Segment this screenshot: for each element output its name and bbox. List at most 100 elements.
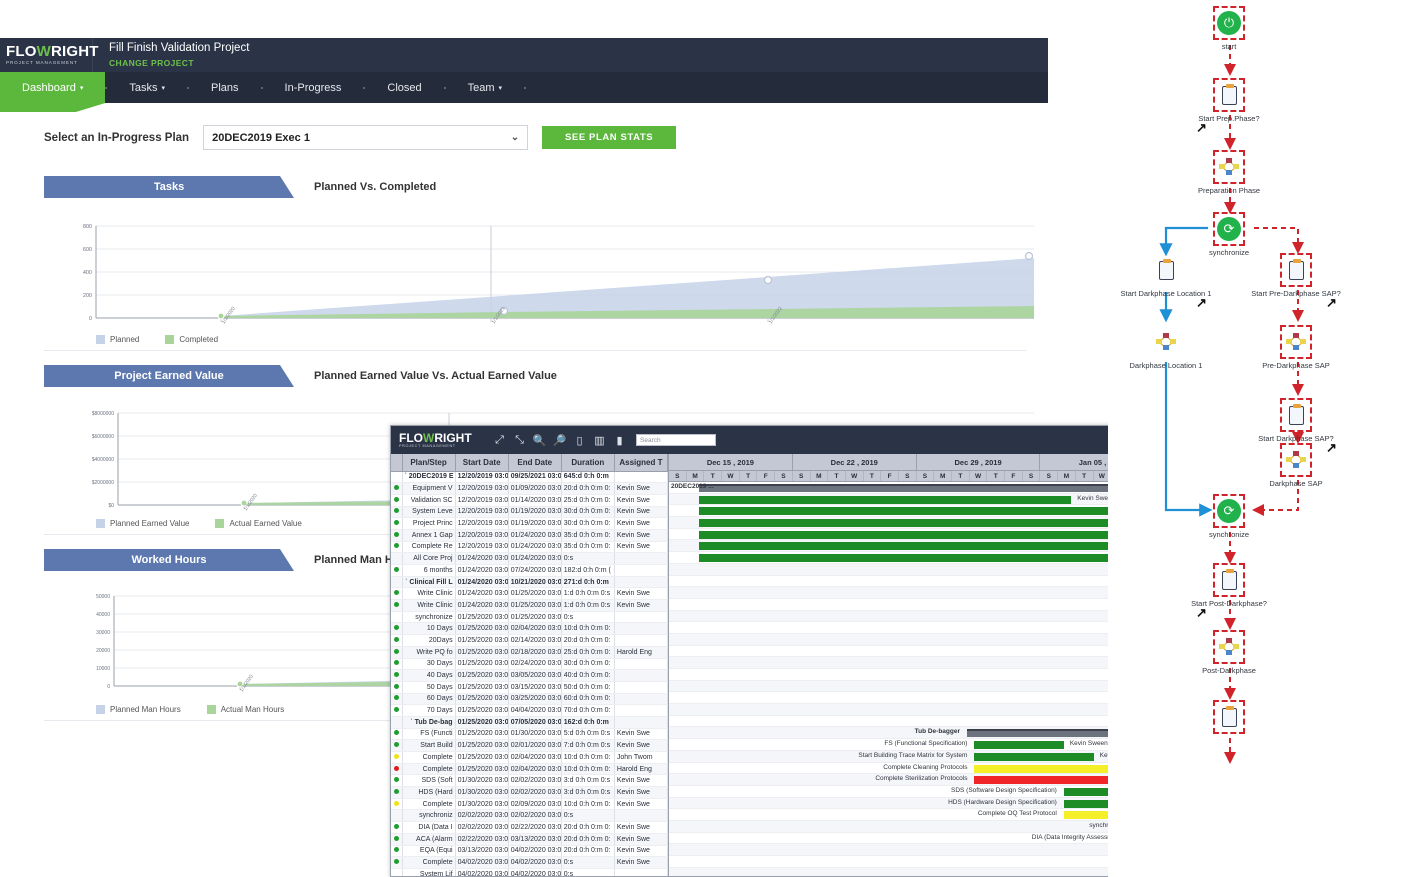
workflow-node-postdark[interactable]: Post-Darkphase bbox=[1213, 630, 1245, 664]
gantt-logo[interactable]: FLOWRIGHT PROJECT MANAGEMENT bbox=[399, 432, 479, 448]
workflow-node-startdarksap[interactable]: Start Darkphase SAP? bbox=[1280, 398, 1312, 432]
cell-start-date: 04/02/2020 03:01:55 bbox=[455, 857, 508, 869]
workflow-node-box bbox=[1213, 78, 1245, 112]
col-start-date[interactable]: Start Date bbox=[455, 454, 508, 471]
cell-plan-step: Complete bbox=[402, 763, 455, 775]
nav-item-tasks[interactable]: Tasks▾ bbox=[107, 72, 187, 103]
workflow-node-startdark1[interactable]: Start Darkphase Location 1 bbox=[1150, 253, 1182, 287]
table-row[interactable]: HDS (Hard01/30/2020 03:01:5502/02/2020 0… bbox=[391, 787, 668, 799]
table-row[interactable]: Complete04/02/2020 03:01:5504/02/2020 03… bbox=[391, 857, 668, 869]
collapse-icon[interactable]: ⤡ bbox=[513, 434, 526, 447]
table-row[interactable]: System Leve12/20/2019 03:01:5501/19/2020… bbox=[391, 506, 668, 518]
table-row[interactable]: 70 Days01/25/2020 03:01:5504/04/2020 03:… bbox=[391, 705, 668, 717]
table-row[interactable]: Write PQ fo01/25/2020 03:01:5502/18/2020… bbox=[391, 646, 668, 658]
external-link-icon[interactable]: ↗ bbox=[1326, 440, 1337, 456]
table-row[interactable]: Write Clinic01/24/2020 03:01:5501/25/202… bbox=[391, 588, 668, 600]
external-link-icon[interactable]: ↗ bbox=[1196, 120, 1207, 136]
table-row[interactable]: 20Days01/25/2020 03:01:5502/14/2020 03:0… bbox=[391, 635, 668, 647]
workflow-node-sync2[interactable]: ⟳synchronize bbox=[1213, 494, 1245, 528]
table-row[interactable]: Project Princ12/20/2019 03:01:5501/19/20… bbox=[391, 518, 668, 530]
cell-end-date: 01/24/2020 03:01:55 bbox=[508, 529, 561, 541]
table-row[interactable]: ACA (Alarm02/22/2020 03:01:5503/13/2020 … bbox=[391, 833, 668, 845]
cell-start-date: 12/20/2019 03:01:55 bbox=[455, 518, 508, 530]
table-row[interactable]: synchronize01/25/2020 03:01:5501/25/2020… bbox=[391, 611, 668, 623]
app-logo[interactable]: FLOWRIGHT PROJECT MANAGEMENT bbox=[0, 38, 93, 72]
gantt-search-input[interactable]: Search bbox=[636, 434, 716, 446]
table-row[interactable]: Complete01/30/2020 03:01:5502/09/2020 03… bbox=[391, 798, 668, 810]
workflow-node-sync1[interactable]: ⟳synchronize bbox=[1213, 212, 1245, 246]
col-end-date[interactable]: End Date bbox=[508, 454, 561, 471]
table-row[interactable]: SDS (Soft01/30/2020 03:01:5502/02/2020 0… bbox=[391, 775, 668, 787]
panel-left-icon[interactable]: ▯ bbox=[573, 434, 586, 447]
workflow-node-presap[interactable]: Pre-Darkphase SAP bbox=[1280, 325, 1312, 359]
table-row[interactable]: synchroniz02/02/2020 03:01:5502/02/2020 … bbox=[391, 810, 668, 822]
table-row[interactable]: 40 Days01/25/2020 03:01:5503/05/2020 03:… bbox=[391, 670, 668, 682]
cell-end-date: 03/15/2020 03:01:55 bbox=[508, 681, 561, 693]
table-row[interactable]: Start Build01/25/2020 03:01:5502/01/2020… bbox=[391, 740, 668, 752]
external-link-icon[interactable]: ↗ bbox=[1196, 605, 1207, 621]
table-row[interactable]: Complete01/25/2020 03:01:5502/04/2020 03… bbox=[391, 752, 668, 764]
nav-item-team[interactable]: Team▾ bbox=[446, 72, 524, 103]
panel-split-icon[interactable]: ▥ bbox=[593, 434, 606, 447]
table-row[interactable]: Complete01/25/2020 03:01:5502/04/2020 03… bbox=[391, 763, 668, 775]
nav-item-closed[interactable]: Closed bbox=[365, 72, 443, 103]
table-row[interactable]: ˙ 20DEC2019 E12/20/2019 03:01:509/25/202… bbox=[391, 471, 668, 483]
table-row[interactable]: Equipment V12/20/2019 03:01:5501/09/2020… bbox=[391, 483, 668, 495]
plan-select-dropdown[interactable]: 20DEC2019 Exec 1 ⌄ bbox=[203, 125, 528, 150]
change-project-link[interactable]: CHANGE PROJECT bbox=[109, 58, 194, 68]
workflow-node-darksap[interactable]: Darkphase SAP bbox=[1280, 443, 1312, 477]
timeline-day-label: T bbox=[952, 471, 970, 481]
table-row[interactable]: DIA (Data I02/02/2020 03:01:5502/22/2020… bbox=[391, 822, 668, 834]
nav-item-in-progress[interactable]: In-Progress bbox=[263, 72, 364, 103]
cell-duration: 7:d 0:h 0:m 0:s bbox=[561, 740, 614, 752]
table-row[interactable]: Annex 1 Gap12/20/2019 03:01:5501/24/2020… bbox=[391, 529, 668, 541]
gantt-bar[interactable] bbox=[699, 507, 1161, 515]
cell-start-date: 12/20/2019 03:01:55 bbox=[455, 529, 508, 541]
cell-start-date: 12/20/2019 03:01:55 bbox=[455, 506, 508, 518]
panel-right-icon[interactable]: ▮ bbox=[613, 434, 626, 447]
status-badge bbox=[394, 497, 399, 502]
workflow-diagram: ⏻start Start Prep.Phase? Preparation Phase… bbox=[1108, 0, 1413, 877]
table-row[interactable]: 60 Days01/25/2020 03:01:5503/25/2020 03:… bbox=[391, 693, 668, 705]
table-row[interactable]: Write Clinic01/24/2020 03:01:5501/25/202… bbox=[391, 600, 668, 612]
workflow-node-prepphase[interactable]: Preparation Phase bbox=[1213, 150, 1245, 184]
status-dot-cell bbox=[391, 787, 402, 799]
table-row[interactable]: 30 Days01/25/2020 03:01:5502/24/2020 03:… bbox=[391, 658, 668, 670]
external-link-icon[interactable]: ↗ bbox=[1196, 295, 1207, 311]
workflow-node-start[interactable]: ⏻start bbox=[1213, 6, 1245, 40]
col-assigned[interactable]: Assigned T bbox=[614, 454, 667, 471]
table-row[interactable]: EQA (Equi03/13/2020 03:01:5504/02/2020 0… bbox=[391, 845, 668, 857]
col-plan-step[interactable]: Plan/Step bbox=[402, 454, 455, 471]
table-row[interactable]: All Core Proj01/24/2020 03:01:5501/24/20… bbox=[391, 553, 668, 565]
workflow-node-startpost[interactable]: Start Post-Darkphase? bbox=[1213, 563, 1245, 597]
workflow-node-darkloc1[interactable]: Darkphase Location 1 bbox=[1150, 325, 1182, 359]
table-row[interactable]: 10 Days01/25/2020 03:01:5502/04/2020 03:… bbox=[391, 623, 668, 635]
workflow-node-startprep[interactable]: Start Prep.Phase? bbox=[1213, 78, 1245, 112]
gantt-bar[interactable] bbox=[974, 753, 1093, 761]
gantt-bar[interactable] bbox=[974, 741, 1063, 749]
panel-tab-earned-value[interactable]: Project Earned Value bbox=[44, 365, 294, 387]
nav-item-dashboard[interactable]: Dashboard▾ bbox=[0, 72, 105, 103]
external-link-icon[interactable]: ↗ bbox=[1326, 295, 1337, 311]
nav-item-plans[interactable]: Plans bbox=[189, 72, 261, 103]
panel-tab-tasks[interactable]: Tasks bbox=[44, 176, 294, 198]
table-row[interactable]: System Lif04/02/2020 03:01:5504/02/2020 … bbox=[391, 868, 668, 877]
gantt-bar-label: Complete Sterilization Protocols bbox=[875, 775, 967, 782]
table-row[interactable]: 6 months01/24/2020 03:01:5507/24/2020 03… bbox=[391, 565, 668, 577]
table-row[interactable]: Validation SC12/20/2019 03:01:5501/14/20… bbox=[391, 494, 668, 506]
panel-tab-worked-hours[interactable]: Worked Hours bbox=[44, 549, 294, 571]
table-row[interactable]: 50 Days01/25/2020 03:01:5503/15/2020 03:… bbox=[391, 681, 668, 693]
table-row[interactable]: Complete Re12/20/2019 03:01:5501/24/2020… bbox=[391, 541, 668, 553]
zoom-in-icon[interactable]: 🔍 bbox=[533, 434, 546, 447]
see-plan-stats-button[interactable]: SEE PLAN STATS bbox=[542, 126, 676, 149]
gantt-bar[interactable] bbox=[699, 496, 1072, 504]
expand-icon[interactable]: ⤢ bbox=[493, 434, 506, 447]
workflow-node-startpresap[interactable]: Start Pre-Darkphase SAP? bbox=[1280, 253, 1312, 287]
table-row[interactable]: ˙ Clinical Fill L01/24/2020 03:01:510/21… bbox=[391, 576, 668, 588]
table-row[interactable]: FS (Functi01/25/2020 03:01:5501/30/2020 … bbox=[391, 728, 668, 740]
workflow-node-lastnode[interactable] bbox=[1213, 700, 1245, 734]
col-duration[interactable]: Duration bbox=[561, 454, 614, 471]
timeline-day-label: S bbox=[917, 471, 935, 481]
table-row[interactable]: ˙ Tub De-bag01/25/2020 03:01:507/05/2020… bbox=[391, 716, 668, 728]
zoom-out-icon[interactable]: 🔎 bbox=[553, 434, 566, 447]
